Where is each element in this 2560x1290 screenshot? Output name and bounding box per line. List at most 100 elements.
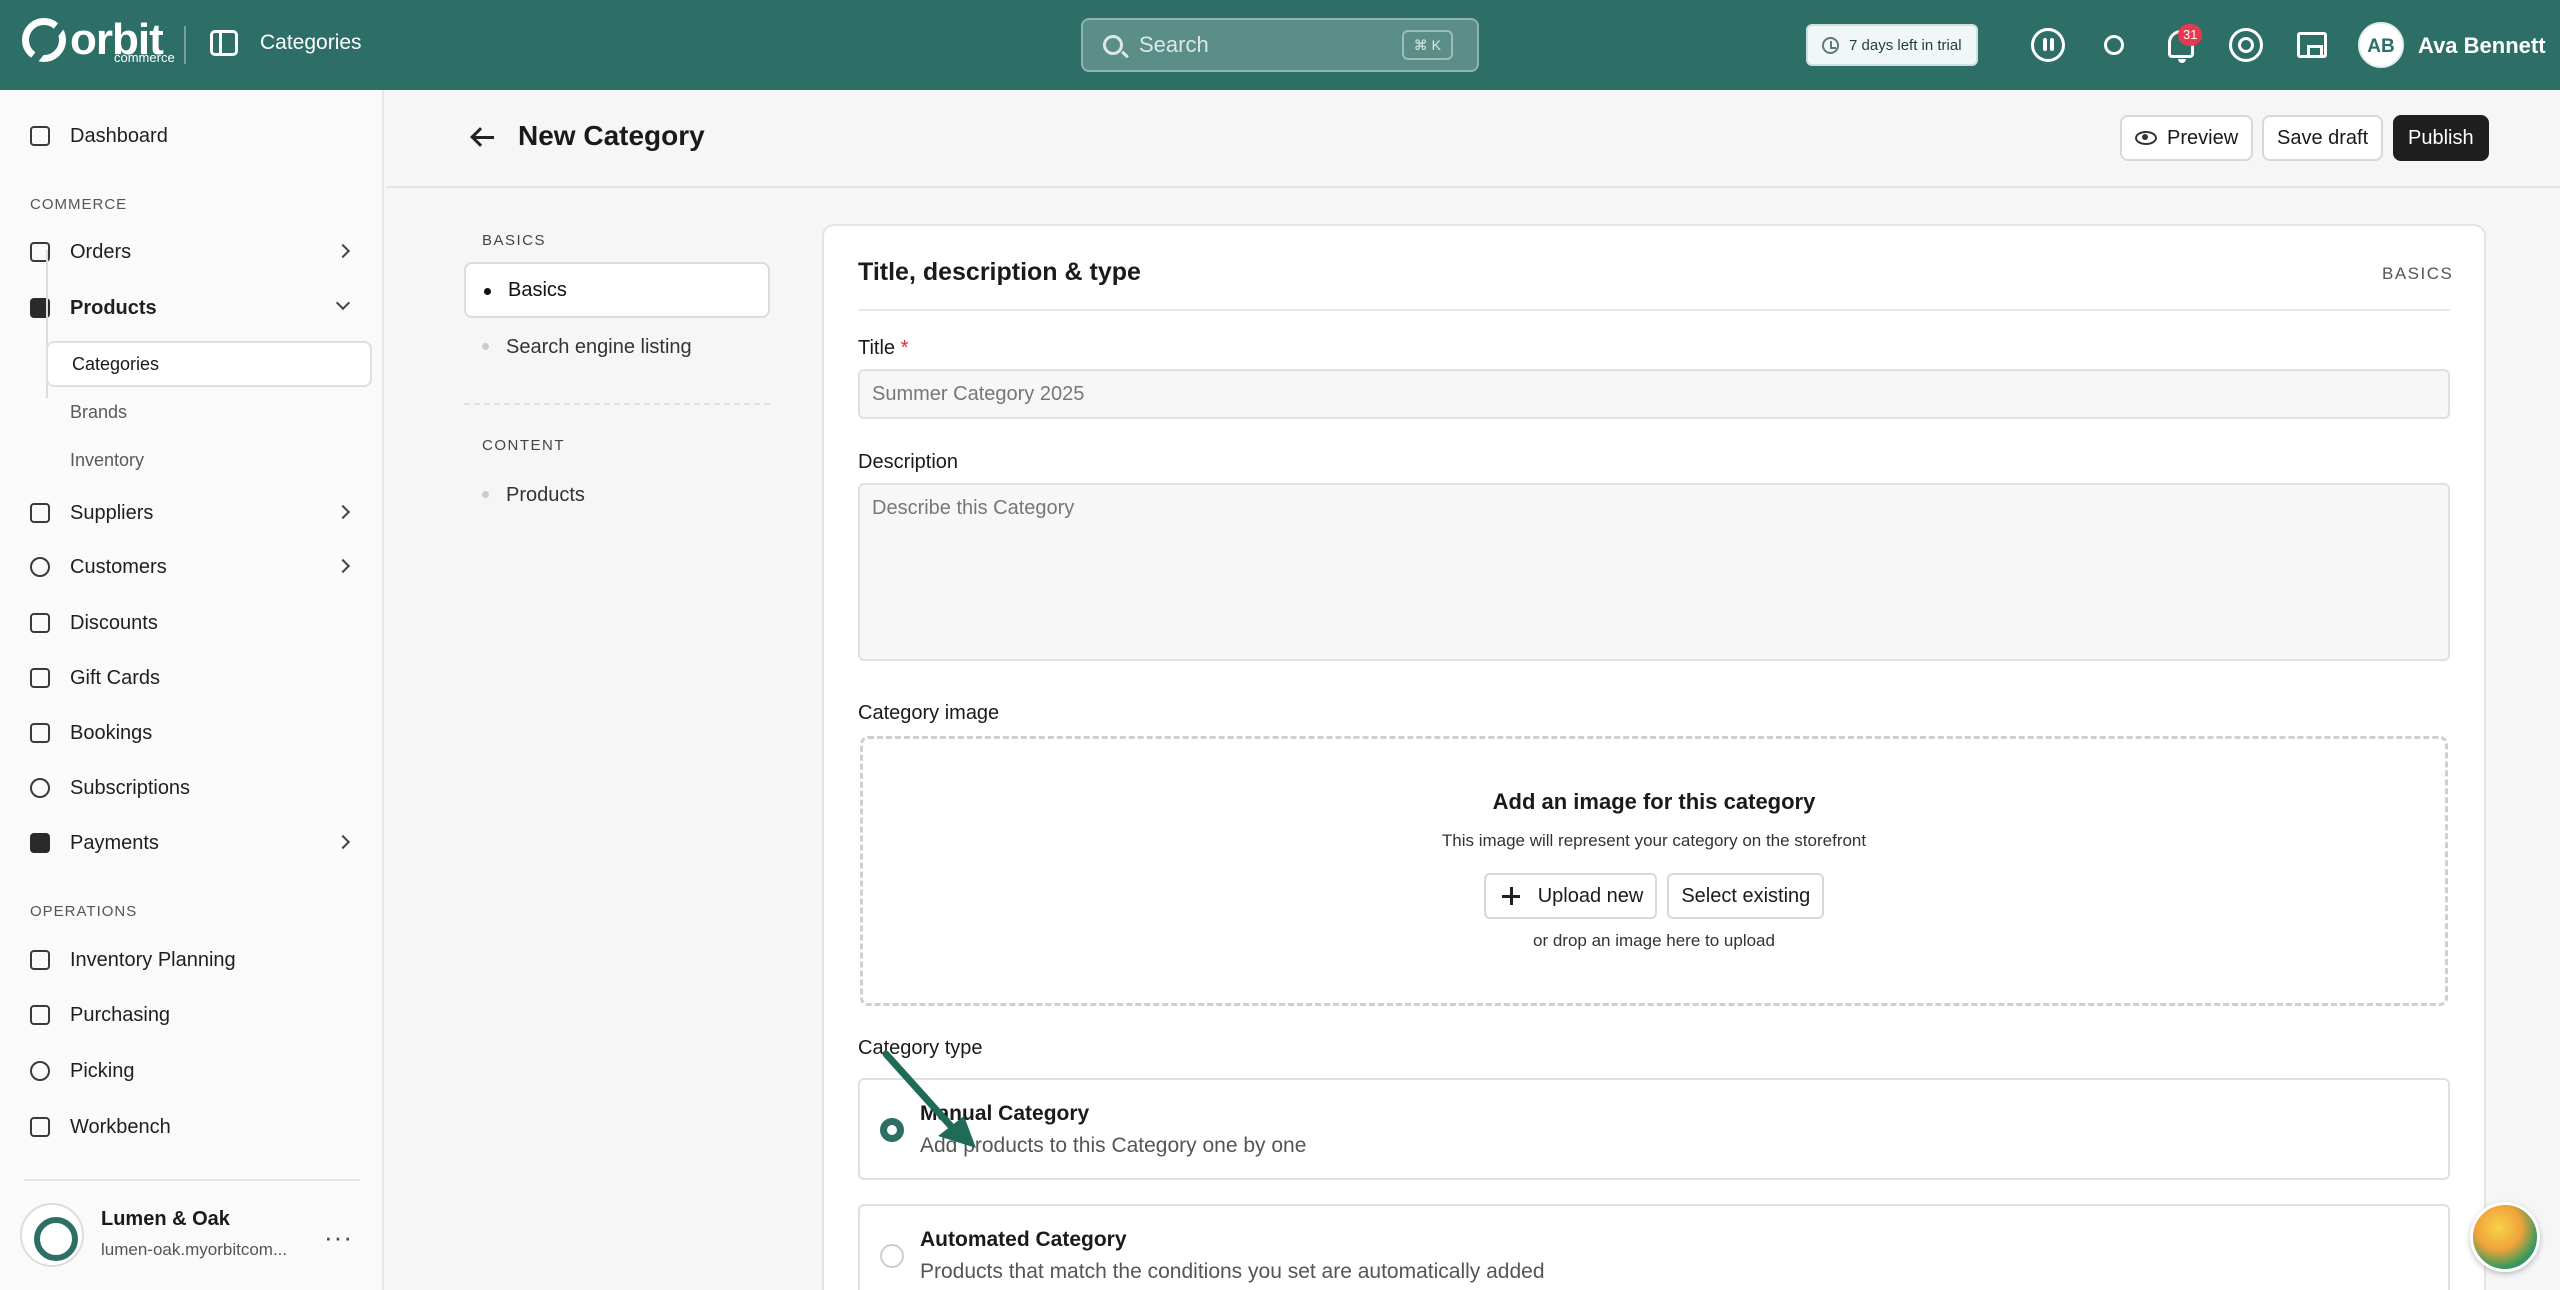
manual-title: Manual Category (920, 1102, 1090, 1125)
type-label: Category type (858, 1037, 983, 1059)
sidebar-item-label: Customers (70, 555, 167, 578)
automated-radio[interactable] (880, 1244, 904, 1268)
chevron-down-icon (335, 295, 351, 311)
search-placeholder: Search (1139, 32, 1209, 57)
clipboard-icon (30, 950, 50, 970)
plus-icon (1501, 887, 1520, 905)
sidebar-item-label: Suppliers (70, 501, 154, 524)
help-icon[interactable] (2229, 28, 2263, 62)
inner-nav-seo[interactable]: Search engine listing (464, 319, 770, 375)
trial-badge[interactable]: 7 days left in trial (1806, 24, 1978, 66)
sidebar-item-dashboard[interactable]: Dashboard (30, 116, 360, 156)
sidebar-item-label: Discounts (70, 611, 158, 634)
search-input[interactable]: Search ⌘ K (1081, 18, 1479, 72)
sidebar-item-orders[interactable]: Orders (30, 232, 360, 272)
sidebar-item-payments[interactable]: Payments (30, 823, 360, 863)
topbar-divider (184, 26, 186, 64)
eye-icon (2135, 131, 2157, 145)
sidebar-section-operations: OPERATIONS (30, 903, 138, 920)
description-placeholder: Describe this Category (872, 497, 1075, 519)
user-name[interactable]: Ava Bennett (2418, 33, 2546, 59)
refresh-icon (30, 778, 50, 798)
image-label: Category image (858, 702, 1000, 724)
save-draft-button[interactable]: Save draft (2262, 115, 2384, 161)
description-field[interactable]: Describe this Category (858, 483, 2450, 661)
gift-icon (30, 668, 50, 688)
sidebar-item-label: Picking (70, 1059, 135, 1082)
sidebar-item-customers[interactable]: Customers (30, 547, 360, 587)
sidebar-item-label: Dashboard (70, 124, 168, 147)
sidebar-section-commerce: COMMERCE (30, 196, 128, 213)
top-bar: orbit commerce Categories Search ⌘ K 7 d… (0, 0, 2560, 90)
chevron-right-icon (335, 504, 351, 520)
logo-mark-icon (22, 18, 66, 62)
sidebar-item-products[interactable]: Products (30, 288, 360, 328)
inner-nav-products[interactable]: Products (464, 467, 770, 523)
sidebar-item-workbench[interactable]: Workbench (30, 1107, 360, 1147)
sidebar-item-inventory-planning[interactable]: Inventory Planning (30, 940, 360, 980)
bullet-icon (482, 343, 489, 350)
dashboard-icon (30, 126, 50, 146)
sidebar-item-label: Payments (70, 831, 159, 854)
page-title: New Category (518, 120, 705, 151)
store-name[interactable]: Lumen & Oak (101, 1208, 230, 1231)
section-title-label: Categories (260, 31, 362, 54)
sun-icon[interactable] (2104, 35, 2124, 55)
assistant-button[interactable] (2470, 1202, 2540, 1272)
store-url: lumen-oak.myorbitcom... (101, 1240, 288, 1259)
upload-new-label: Upload new (1537, 884, 1644, 907)
sidebar-subitem-categories[interactable]: Categories (46, 341, 372, 387)
section-title[interactable]: Categories (210, 30, 362, 56)
trial-text: 7 days left in trial (1849, 36, 1962, 54)
sidebar-item-subscriptions[interactable]: Subscriptions (30, 768, 360, 808)
sidebar-item-label: Products (70, 296, 157, 319)
clock-icon (1822, 36, 1839, 54)
manual-description: Add products to this Category one by one (920, 1134, 1307, 1157)
store-icon[interactable] (2297, 32, 2327, 58)
sidebar-item-picking[interactable]: Picking (30, 1051, 360, 1091)
preview-button[interactable]: Preview (2120, 115, 2254, 161)
upload-new-button[interactable]: Upload new (1483, 873, 1658, 919)
dropzone-hint: or drop an image here to upload (1533, 931, 1775, 950)
sidebar-item-label: Workbench (70, 1115, 171, 1138)
sidebar-item-label: Orders (70, 240, 132, 263)
chevron-right-icon (335, 558, 351, 574)
sidebar-item-label: Inventory Planning (70, 948, 236, 971)
status-icon[interactable] (2031, 28, 2065, 62)
bullet-icon (482, 491, 489, 498)
automated-description: Products that match the conditions you s… (920, 1260, 1545, 1283)
back-arrow-icon[interactable] (470, 126, 496, 148)
inner-nav-basics[interactable]: Basics (464, 262, 770, 318)
title-label-text: Title (858, 337, 896, 359)
more-options-icon[interactable]: ··· (324, 1222, 353, 1253)
sidebar-toggle-icon[interactable] (210, 30, 238, 56)
avatar[interactable]: AB (2358, 22, 2404, 68)
sidebar-subitem-brands[interactable]: Brands (46, 389, 372, 435)
manual-radio[interactable] (880, 1118, 904, 1142)
card-divider (858, 309, 2450, 311)
box-icon (30, 1005, 50, 1025)
publish-button[interactable]: Publish (2393, 115, 2489, 161)
inner-nav-label: Search engine listing (506, 335, 692, 358)
select-existing-button[interactable]: Select existing (1667, 873, 1825, 919)
search-icon (1103, 35, 1123, 55)
logo-subtitle: commerce (114, 50, 175, 65)
sidebar-item-gift-cards[interactable]: Gift Cards (30, 658, 360, 698)
store-avatar[interactable] (20, 1203, 84, 1267)
sidebar-item-discounts[interactable]: Discounts (30, 603, 360, 643)
preview-label: Preview (2167, 126, 2239, 149)
suppliers-icon (30, 503, 50, 523)
image-dropzone[interactable]: Add an image for this category This imag… (860, 736, 2448, 1006)
chevron-right-icon (335, 834, 351, 850)
sidebar-item-label: Purchasing (70, 1003, 171, 1026)
sidebar-item-purchasing[interactable]: Purchasing (30, 995, 360, 1035)
search-shortcut: ⌘ K (1401, 30, 1453, 60)
customers-icon (30, 557, 50, 577)
sidebar-item-bookings[interactable]: Bookings (30, 713, 360, 753)
manual-category-option[interactable]: Manual Category Add products to this Cat… (858, 1078, 2450, 1180)
sidebar-item-suppliers[interactable]: Suppliers (30, 493, 360, 533)
sidebar-subitem-inventory[interactable]: Inventory (46, 437, 372, 483)
title-field[interactable]: Summer Category 2025 (858, 369, 2450, 419)
automated-title: Automated Category (920, 1228, 1127, 1251)
automated-category-option[interactable]: Automated Category Products that match t… (858, 1204, 2450, 1290)
